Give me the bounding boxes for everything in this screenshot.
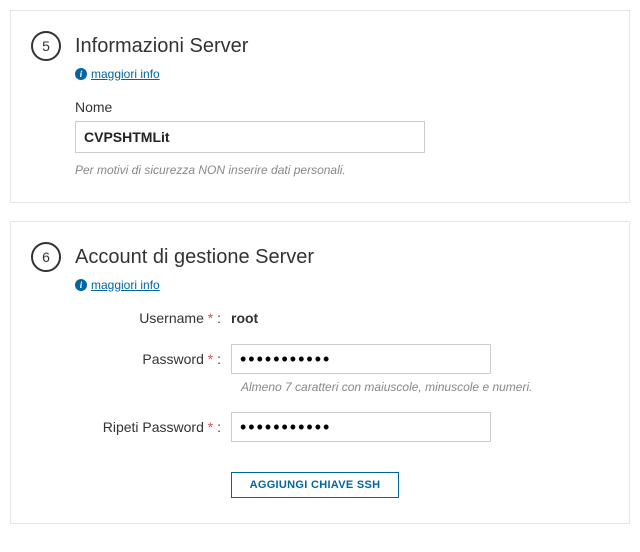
name-hint: Per motivi di sicurezza NON inserire dat…: [75, 163, 599, 177]
step-number-badge: 6: [31, 242, 61, 272]
password-hint: Almeno 7 caratteri con maiuscole, minusc…: [241, 380, 599, 394]
add-ssh-key-button[interactable]: AGGIUNGI CHIAVE SSH: [231, 472, 400, 498]
panel-title: Account di gestione Server: [75, 246, 314, 269]
more-info-row: i maggiori info: [75, 278, 599, 292]
info-icon: i: [75, 68, 87, 80]
panel-server-info: 5 Informazioni Server i maggiori info No…: [10, 10, 630, 203]
more-info-row: i maggiori info: [75, 67, 599, 81]
username-value: root: [231, 310, 599, 326]
panel-header: 5 Informazioni Server: [31, 31, 599, 61]
panel-title: Informazioni Server: [75, 35, 248, 58]
panel-server-account: 6 Account di gestione Server i maggiori …: [10, 221, 630, 524]
info-icon: i: [75, 279, 87, 291]
username-row: Username * : root: [31, 310, 599, 326]
more-info-link[interactable]: maggiori info: [91, 67, 160, 81]
repeat-password-label: Ripeti Password * :: [31, 419, 231, 435]
password-row: Password * :: [31, 344, 599, 374]
ssh-button-row: AGGIUNGI CHIAVE SSH: [31, 472, 599, 498]
password-label: Password * :: [31, 351, 231, 367]
username-label: Username * :: [31, 310, 231, 326]
repeat-password-input[interactable]: [231, 412, 491, 442]
repeat-password-row: Ripeti Password * :: [31, 412, 599, 442]
panel-header: 6 Account di gestione Server: [31, 242, 599, 272]
step-number-badge: 5: [31, 31, 61, 61]
password-input[interactable]: [231, 344, 491, 374]
server-name-input[interactable]: [75, 121, 425, 153]
name-field-block: Nome Per motivi di sicurezza NON inserir…: [75, 99, 599, 177]
name-label: Nome: [75, 99, 599, 115]
more-info-link[interactable]: maggiori info: [91, 278, 160, 292]
